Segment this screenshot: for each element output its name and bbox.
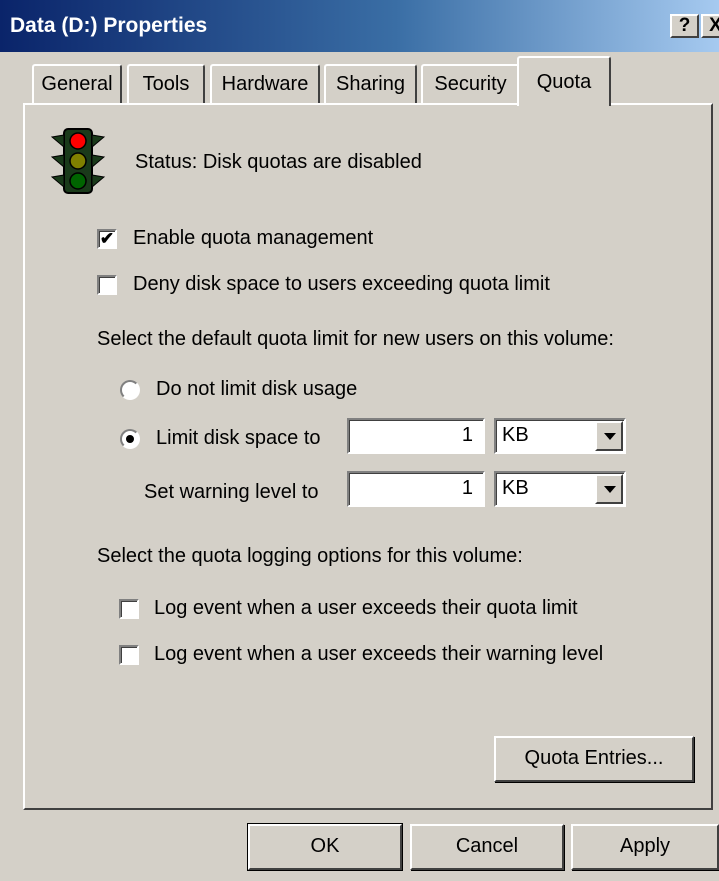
tab-security[interactable]: Security [421, 64, 520, 104]
limit-unit-value: KB [502, 424, 529, 446]
log-warning-checkbox[interactable] [119, 645, 139, 665]
tab-hardware[interactable]: Hardware [210, 64, 320, 104]
close-button[interactable]: X [701, 14, 719, 38]
limit-value-input[interactable]: 1 [347, 418, 485, 454]
quota-tab-panel: Status: Disk quotas are disabled ✔ Enabl… [23, 103, 713, 810]
enable-quota-checkbox[interactable]: ✔ [97, 229, 117, 249]
ok-button[interactable]: OK [247, 823, 403, 871]
warning-value-input[interactable]: 1 [347, 471, 485, 507]
tab-general[interactable]: General [32, 64, 122, 104]
no-limit-label[interactable]: Do not limit disk usage [156, 378, 357, 401]
deny-space-label[interactable]: Deny disk space to users exceeding quota… [133, 273, 550, 296]
chevron-down-icon[interactable] [595, 474, 623, 504]
tab-sharing[interactable]: Sharing [324, 64, 417, 104]
deny-space-checkbox[interactable] [97, 275, 117, 295]
warning-unit-value: KB [502, 477, 529, 499]
apply-button[interactable]: Apply [571, 824, 719, 870]
default-limit-heading: Select the default quota limit for new u… [97, 328, 614, 350]
tab-tools[interactable]: Tools [127, 64, 205, 104]
status-text: Status: Disk quotas are disabled [135, 151, 422, 173]
warning-unit-select[interactable]: KB [494, 471, 626, 507]
traffic-light-icon [50, 128, 106, 194]
limit-radio[interactable] [120, 429, 140, 449]
title-bar[interactable]: Data (D:) Properties ? X [0, 0, 719, 52]
warning-label: Set warning level to [144, 481, 319, 503]
log-limit-label[interactable]: Log event when a user exceeds their quot… [154, 597, 578, 620]
enable-quota-label[interactable]: Enable quota management [133, 227, 373, 250]
chevron-down-icon[interactable] [595, 421, 623, 451]
radio-selected-dot [126, 435, 134, 443]
limit-label[interactable]: Limit disk space to [156, 427, 321, 450]
window-title: Data (D:) Properties [10, 14, 208, 37]
help-button[interactable]: ? [670, 14, 699, 38]
limit-unit-select[interactable]: KB [494, 418, 626, 454]
log-warning-label[interactable]: Log event when a user exceeds their warn… [154, 643, 603, 666]
log-limit-checkbox[interactable] [119, 599, 139, 619]
tab-quota[interactable]: Quota [517, 56, 611, 106]
cancel-button[interactable]: Cancel [410, 824, 564, 870]
no-limit-radio[interactable] [120, 380, 140, 400]
logging-heading: Select the quota logging options for thi… [97, 545, 523, 567]
quota-entries-button[interactable]: Quota Entries... [494, 736, 694, 782]
